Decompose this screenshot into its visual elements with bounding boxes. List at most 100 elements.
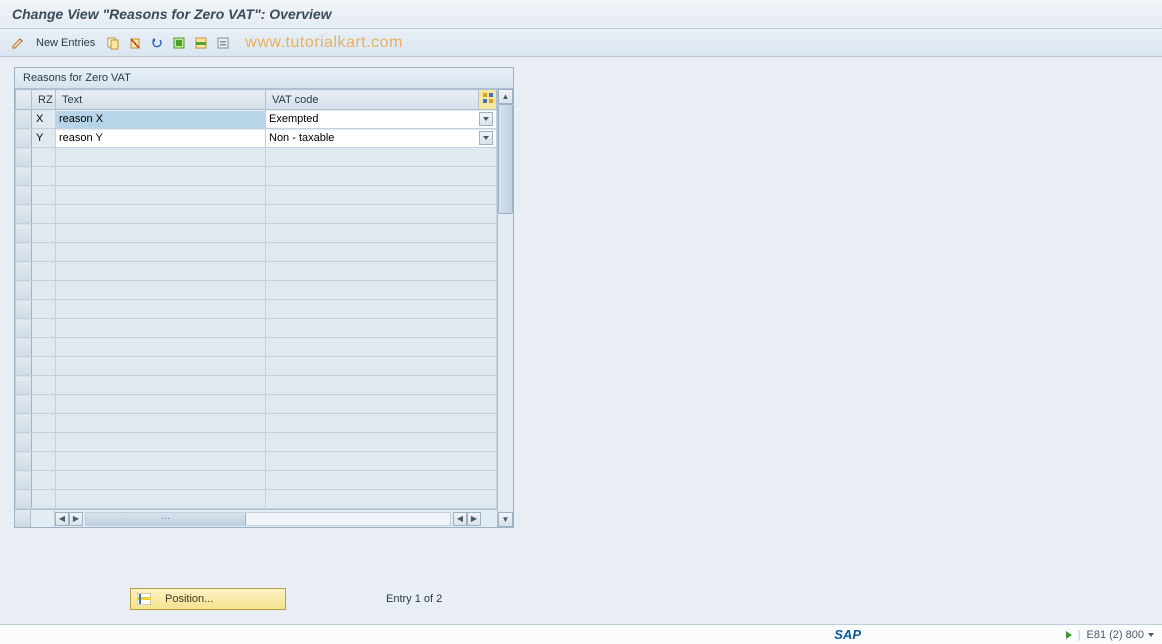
row-selector[interactable] — [16, 319, 32, 338]
cell-rz[interactable] — [32, 471, 56, 490]
cell-vat[interactable]: Non - taxable — [266, 129, 497, 148]
row-selector[interactable] — [16, 376, 32, 395]
cell-vat[interactable] — [266, 395, 497, 414]
row-selector[interactable] — [16, 300, 32, 319]
cell-vat[interactable] — [266, 186, 497, 205]
row-selector[interactable] — [16, 186, 32, 205]
cell-text[interactable] — [56, 300, 266, 319]
cell-rz[interactable] — [32, 376, 56, 395]
hscroll-track[interactable]: ⋯ — [85, 512, 451, 526]
row-selector[interactable] — [16, 129, 32, 148]
dropdown-arrow-icon[interactable] — [479, 131, 493, 145]
table-config-button[interactable] — [479, 90, 497, 110]
vscroll-up-icon[interactable]: ▲ — [498, 89, 513, 104]
cell-rz[interactable] — [32, 319, 56, 338]
cell-rz[interactable] — [32, 186, 56, 205]
cell-text[interactable] — [56, 281, 266, 300]
cell-vat[interactable] — [266, 262, 497, 281]
row-selector[interactable] — [16, 395, 32, 414]
cell-rz[interactable] — [32, 243, 56, 262]
cell-text[interactable] — [56, 452, 266, 471]
cell-text[interactable] — [56, 490, 266, 509]
copy-icon[interactable] — [105, 35, 121, 51]
select-block-icon[interactable] — [193, 35, 209, 51]
cell-vat[interactable] — [266, 224, 497, 243]
system-status[interactable]: E81 (2) 800 — [1087, 629, 1154, 641]
cell-vat[interactable] — [266, 319, 497, 338]
cell-rz[interactable] — [32, 452, 56, 471]
cell-text[interactable] — [56, 262, 266, 281]
cell-text[interactable] — [56, 186, 266, 205]
row-selector[interactable] — [16, 414, 32, 433]
row-selector[interactable] — [16, 205, 32, 224]
cell-text[interactable] — [56, 148, 266, 167]
cell-text[interactable]: reason Y — [56, 129, 266, 148]
new-entries-button[interactable]: New Entries — [32, 37, 99, 49]
deselect-all-icon[interactable] — [215, 35, 231, 51]
cell-rz[interactable]: X — [32, 110, 56, 129]
cell-rz[interactable] — [32, 395, 56, 414]
cell-rz[interactable] — [32, 281, 56, 300]
cell-text[interactable] — [56, 205, 266, 224]
horizontal-scrollbar[interactable]: ◀ ▶ ⋯ ◀ ▶ — [15, 509, 497, 527]
cell-rz[interactable] — [32, 262, 56, 281]
cell-rz[interactable] — [32, 167, 56, 186]
cell-rz[interactable] — [32, 338, 56, 357]
cell-rz[interactable] — [32, 357, 56, 376]
position-button[interactable]: Position... — [130, 588, 286, 610]
row-selector[interactable] — [16, 110, 32, 129]
row-selector[interactable] — [16, 148, 32, 167]
cell-text[interactable] — [56, 224, 266, 243]
hscroll-left2-icon[interactable]: ◀ — [453, 512, 467, 526]
row-selector[interactable] — [16, 167, 32, 186]
vertical-scrollbar[interactable]: ▲ ▼ — [497, 89, 513, 527]
delete-icon[interactable] — [127, 35, 143, 51]
cell-vat[interactable] — [266, 433, 497, 452]
row-selector-header[interactable] — [16, 90, 32, 110]
cell-vat[interactable] — [266, 243, 497, 262]
vscroll-thumb[interactable] — [498, 104, 513, 214]
col-header-text[interactable]: Text — [56, 90, 266, 110]
cell-text[interactable]: reason X — [56, 110, 266, 129]
cell-vat[interactable]: Exempted — [266, 110, 497, 129]
cell-text[interactable] — [56, 357, 266, 376]
cell-text[interactable] — [56, 319, 266, 338]
cell-rz[interactable] — [32, 300, 56, 319]
cell-text[interactable] — [56, 167, 266, 186]
row-selector[interactable] — [16, 224, 32, 243]
cell-rz[interactable] — [32, 490, 56, 509]
cell-vat[interactable] — [266, 414, 497, 433]
row-selector[interactable] — [16, 490, 32, 509]
vscroll-down-icon[interactable]: ▼ — [498, 512, 513, 527]
row-selector[interactable] — [16, 281, 32, 300]
cell-vat[interactable] — [266, 376, 497, 395]
col-header-vat[interactable]: VAT code — [266, 90, 479, 110]
row-selector[interactable] — [16, 471, 32, 490]
cell-text[interactable] — [56, 395, 266, 414]
cell-text[interactable] — [56, 433, 266, 452]
row-selector[interactable] — [16, 433, 32, 452]
cell-vat[interactable] — [266, 338, 497, 357]
row-selector[interactable] — [16, 357, 32, 376]
cell-text[interactable] — [56, 338, 266, 357]
col-header-rz[interactable]: RZ — [32, 90, 56, 110]
cell-vat[interactable] — [266, 490, 497, 509]
row-selector[interactable] — [16, 243, 32, 262]
cell-vat[interactable] — [266, 148, 497, 167]
cell-vat[interactable] — [266, 300, 497, 319]
cell-text[interactable] — [56, 471, 266, 490]
cell-rz[interactable] — [32, 148, 56, 167]
hscroll-left-icon[interactable]: ◀ — [55, 512, 69, 526]
cell-rz[interactable] — [32, 205, 56, 224]
cell-rz[interactable]: Y — [32, 129, 56, 148]
select-all-icon[interactable] — [171, 35, 187, 51]
hscroll-right2-icon[interactable]: ▶ — [467, 512, 481, 526]
change-icon[interactable] — [10, 35, 26, 51]
cell-rz[interactable] — [32, 414, 56, 433]
cell-vat[interactable] — [266, 452, 497, 471]
dropdown-arrow-icon[interactable] — [479, 112, 493, 126]
cell-text[interactable] — [56, 376, 266, 395]
cell-vat[interactable] — [266, 281, 497, 300]
cell-text[interactable] — [56, 414, 266, 433]
cell-rz[interactable] — [32, 224, 56, 243]
